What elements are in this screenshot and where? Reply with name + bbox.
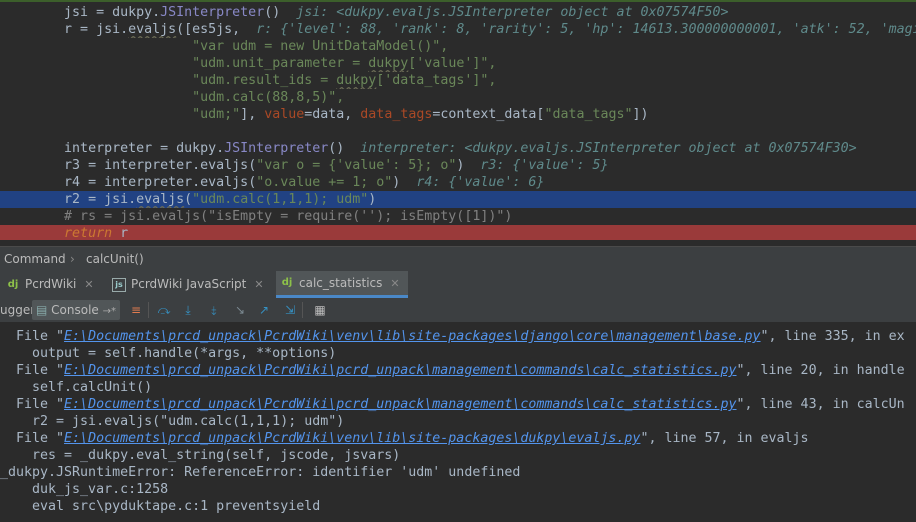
console-line: output = self.handle(*args, **options) (0, 346, 337, 361)
run-tab-bar: dj PcrdWiki ✕ js PcrdWiki JavaScript ✕ d… (0, 271, 916, 299)
tab-calc-statistics[interactable]: dj calc_statistics ✕ (276, 271, 408, 298)
step-into-my-code-icon[interactable]: ⤈ (206, 302, 222, 318)
code-line-3[interactable]: "var udm = new UnitDataModel()", (0, 38, 916, 55)
javascript-icon: js (112, 277, 126, 292)
tab-pcrdwiki-javascript[interactable]: js PcrdWiki JavaScript ✕ (112, 271, 264, 298)
code-line-7[interactable]: "udm;"], value=data, data_tags=context_d… (0, 106, 916, 123)
console-line: duk_js_var.c:1258 (0, 482, 169, 497)
debug-toolbar: ugger ▤ Console →* ≡ ⤼ ⤓ ⤈ ↘ ↗ ⇲ ▦ (0, 298, 916, 323)
breadcrumb-separator: › (70, 252, 75, 266)
show-execution-point-icon[interactable]: ≡ (128, 302, 144, 318)
console-line: res = _dukpy.eval_string(self, jscode, j… (0, 448, 401, 463)
console-line: File "E:\Documents\prcd_unpack\PcrdWiki\… (0, 397, 905, 412)
breadcrumb-item-command[interactable]: Command (4, 247, 66, 271)
step-over-icon[interactable]: ⤼ (156, 302, 172, 318)
file-link[interactable]: E:\Documents\prcd_unpack\PcrdWiki\venv\l… (64, 329, 760, 344)
file-link[interactable]: E:\Documents\prcd_unpack\PcrdWiki\venv\l… (64, 431, 640, 446)
debugger-tab[interactable]: ugger (0, 298, 35, 322)
console-tab[interactable]: ▤ Console →* (32, 300, 121, 320)
django-icon: dj (281, 277, 293, 288)
console-line: self.calcUnit() (0, 380, 153, 395)
close-icon[interactable]: ✕ (390, 270, 399, 297)
code-line-10[interactable]: r4 = interpreter.evaljs("o.value += 1; o… (0, 174, 916, 191)
console-line: r2 = jsi.evaljs("udm.calc(1,1,1); udm") (0, 414, 345, 429)
close-icon[interactable]: ✕ (254, 271, 263, 298)
file-link[interactable]: E:\Documents\prcd_unpack\PcrdWiki\pcrd_u… (64, 397, 736, 412)
code-editor[interactable]: jsi = dukpy.JSInterpreter() jsi: <dukpy.… (0, 0, 916, 246)
console-icon: ▤ (36, 303, 48, 317)
close-icon[interactable]: ✕ (84, 271, 93, 298)
step-into-icon[interactable]: ⤓ (180, 302, 196, 318)
toolbar-separator (302, 302, 303, 318)
tab-label: calc_statistics (299, 275, 383, 290)
run-to-cursor-icon[interactable]: ⇲ (282, 302, 298, 318)
console-line: File "E:\Documents\prcd_unpack\PcrdWiki\… (0, 363, 905, 378)
step-out-icon[interactable]: ↗ (256, 302, 272, 318)
editor-top-border (0, 0, 916, 2)
console-output[interactable]: File "E:\Documents\prcd_unpack\PcrdWiki\… (0, 323, 916, 522)
tab-pcrdwiki[interactable]: dj PcrdWiki ✕ (6, 271, 94, 298)
code-line-6[interactable]: "udm.calc(88,8,5)", (0, 89, 916, 106)
code-line-8[interactable]: interpreter = dukpy.JSInterpreter() inte… (0, 140, 916, 157)
code-line-11-current[interactable]: r2 = jsi.evaljs("udm.calc(1,1,1); udm") (0, 191, 916, 208)
code-line-12[interactable]: # rs = jsi.evaljs("isEmpty = require('')… (0, 208, 916, 225)
tab-label: PcrdWiki JavaScript (131, 277, 247, 291)
code-line-4[interactable]: "udm.unit_parameter = dukpy['value']", (0, 55, 916, 72)
code-line-9[interactable]: r3 = interpreter.evaljs("var o = {'value… (0, 157, 916, 174)
console-line: eval src\pyduktape.c:1 preventsyield (0, 499, 321, 514)
breadcrumb-item-calcunit[interactable]: calcUnit() (86, 247, 144, 271)
force-step-into-icon[interactable]: ↘ (232, 302, 248, 318)
file-link[interactable]: E:\Documents\prcd_unpack\PcrdWiki\pcrd_u… (64, 363, 736, 378)
console-line: File "E:\Documents\prcd_unpack\PcrdWiki\… (0, 329, 905, 344)
console-error-line: _dukpy.JSRuntimeError: ReferenceError: i… (0, 465, 521, 480)
code-line-5[interactable]: "udm.result_ids = dukpy['data_tags']", (0, 72, 916, 89)
django-icon: dj (7, 278, 19, 290)
toolbar-separator (148, 302, 149, 318)
evaluate-expression-icon[interactable]: ▦ (312, 302, 328, 318)
breadcrumb: Command › calcUnit() (0, 246, 916, 272)
console-line: File "E:\Documents\prcd_unpack\PcrdWiki\… (0, 431, 809, 446)
tab-label: PcrdWiki (25, 277, 77, 291)
code-line-1[interactable]: jsi = dukpy.JSInterpreter() jsi: <dukpy.… (0, 4, 916, 21)
code-line-2[interactable]: r = jsi.evaljs([es5js, r: {'level': 88, … (0, 21, 916, 38)
